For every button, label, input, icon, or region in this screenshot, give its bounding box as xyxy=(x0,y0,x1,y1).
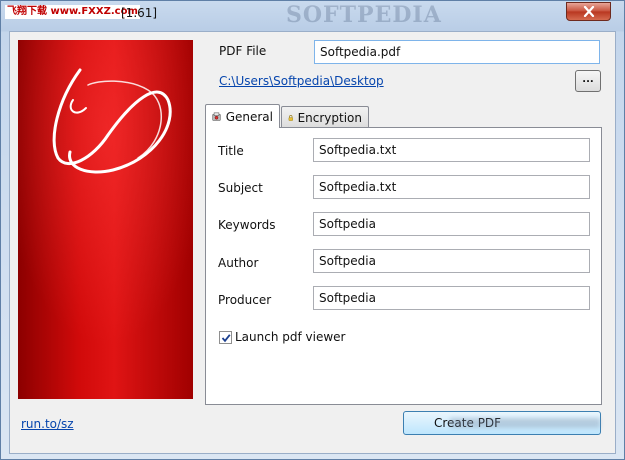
window-title: [1.61] xyxy=(121,6,158,20)
title-label: Title xyxy=(218,144,244,158)
producer-input[interactable] xyxy=(313,286,590,310)
checkmark-icon xyxy=(221,333,231,342)
launch-viewer-checkbox[interactable] xyxy=(219,331,232,344)
launch-viewer-label: Launch pdf viewer xyxy=(235,330,346,344)
lock-icon xyxy=(288,114,293,121)
tab-general-label: General xyxy=(225,109,273,124)
output-folder-link[interactable]: C:\Users\Softpedia\Desktop xyxy=(219,74,384,88)
general-icon xyxy=(212,112,221,121)
app-window: 飞翔下载 www.FXXZ.com [1.61] SOFTPEDIA PDF F… xyxy=(0,0,625,460)
subject-input[interactable] xyxy=(313,175,590,199)
author-label: Author xyxy=(218,256,259,270)
subject-label: Subject xyxy=(218,181,263,195)
dialog-body: PDF File C:\Users\Softpedia\Desktop ... … xyxy=(9,31,616,454)
site-watermark: 飞翔下载 www.FXXZ.com xyxy=(5,5,140,19)
tab-encryption[interactable]: Encryption xyxy=(281,106,369,128)
tab-encryption-label: Encryption xyxy=(297,110,362,125)
script-d-logo xyxy=(18,40,193,399)
producer-label: Producer xyxy=(218,293,272,307)
title-input[interactable] xyxy=(313,138,590,162)
pdf-file-label: PDF File xyxy=(219,44,267,58)
author-input[interactable] xyxy=(313,249,590,273)
title-bar: 飞翔下载 www.FXXZ.com [1.61] SOFTPEDIA xyxy=(1,1,624,29)
pdf-file-input[interactable] xyxy=(314,40,600,64)
logo-banner xyxy=(18,40,193,399)
keywords-label: Keywords xyxy=(218,218,276,232)
watermark-smudge xyxy=(450,418,600,428)
browse-button[interactable]: ... xyxy=(575,70,601,92)
close-icon xyxy=(583,6,594,17)
tab-general[interactable]: General xyxy=(205,104,280,128)
brand-watermark: SOFTPEDIA xyxy=(286,2,442,28)
website-link[interactable]: run.to/sz xyxy=(21,417,74,431)
keywords-input[interactable] xyxy=(313,212,590,236)
close-button[interactable] xyxy=(566,2,611,21)
